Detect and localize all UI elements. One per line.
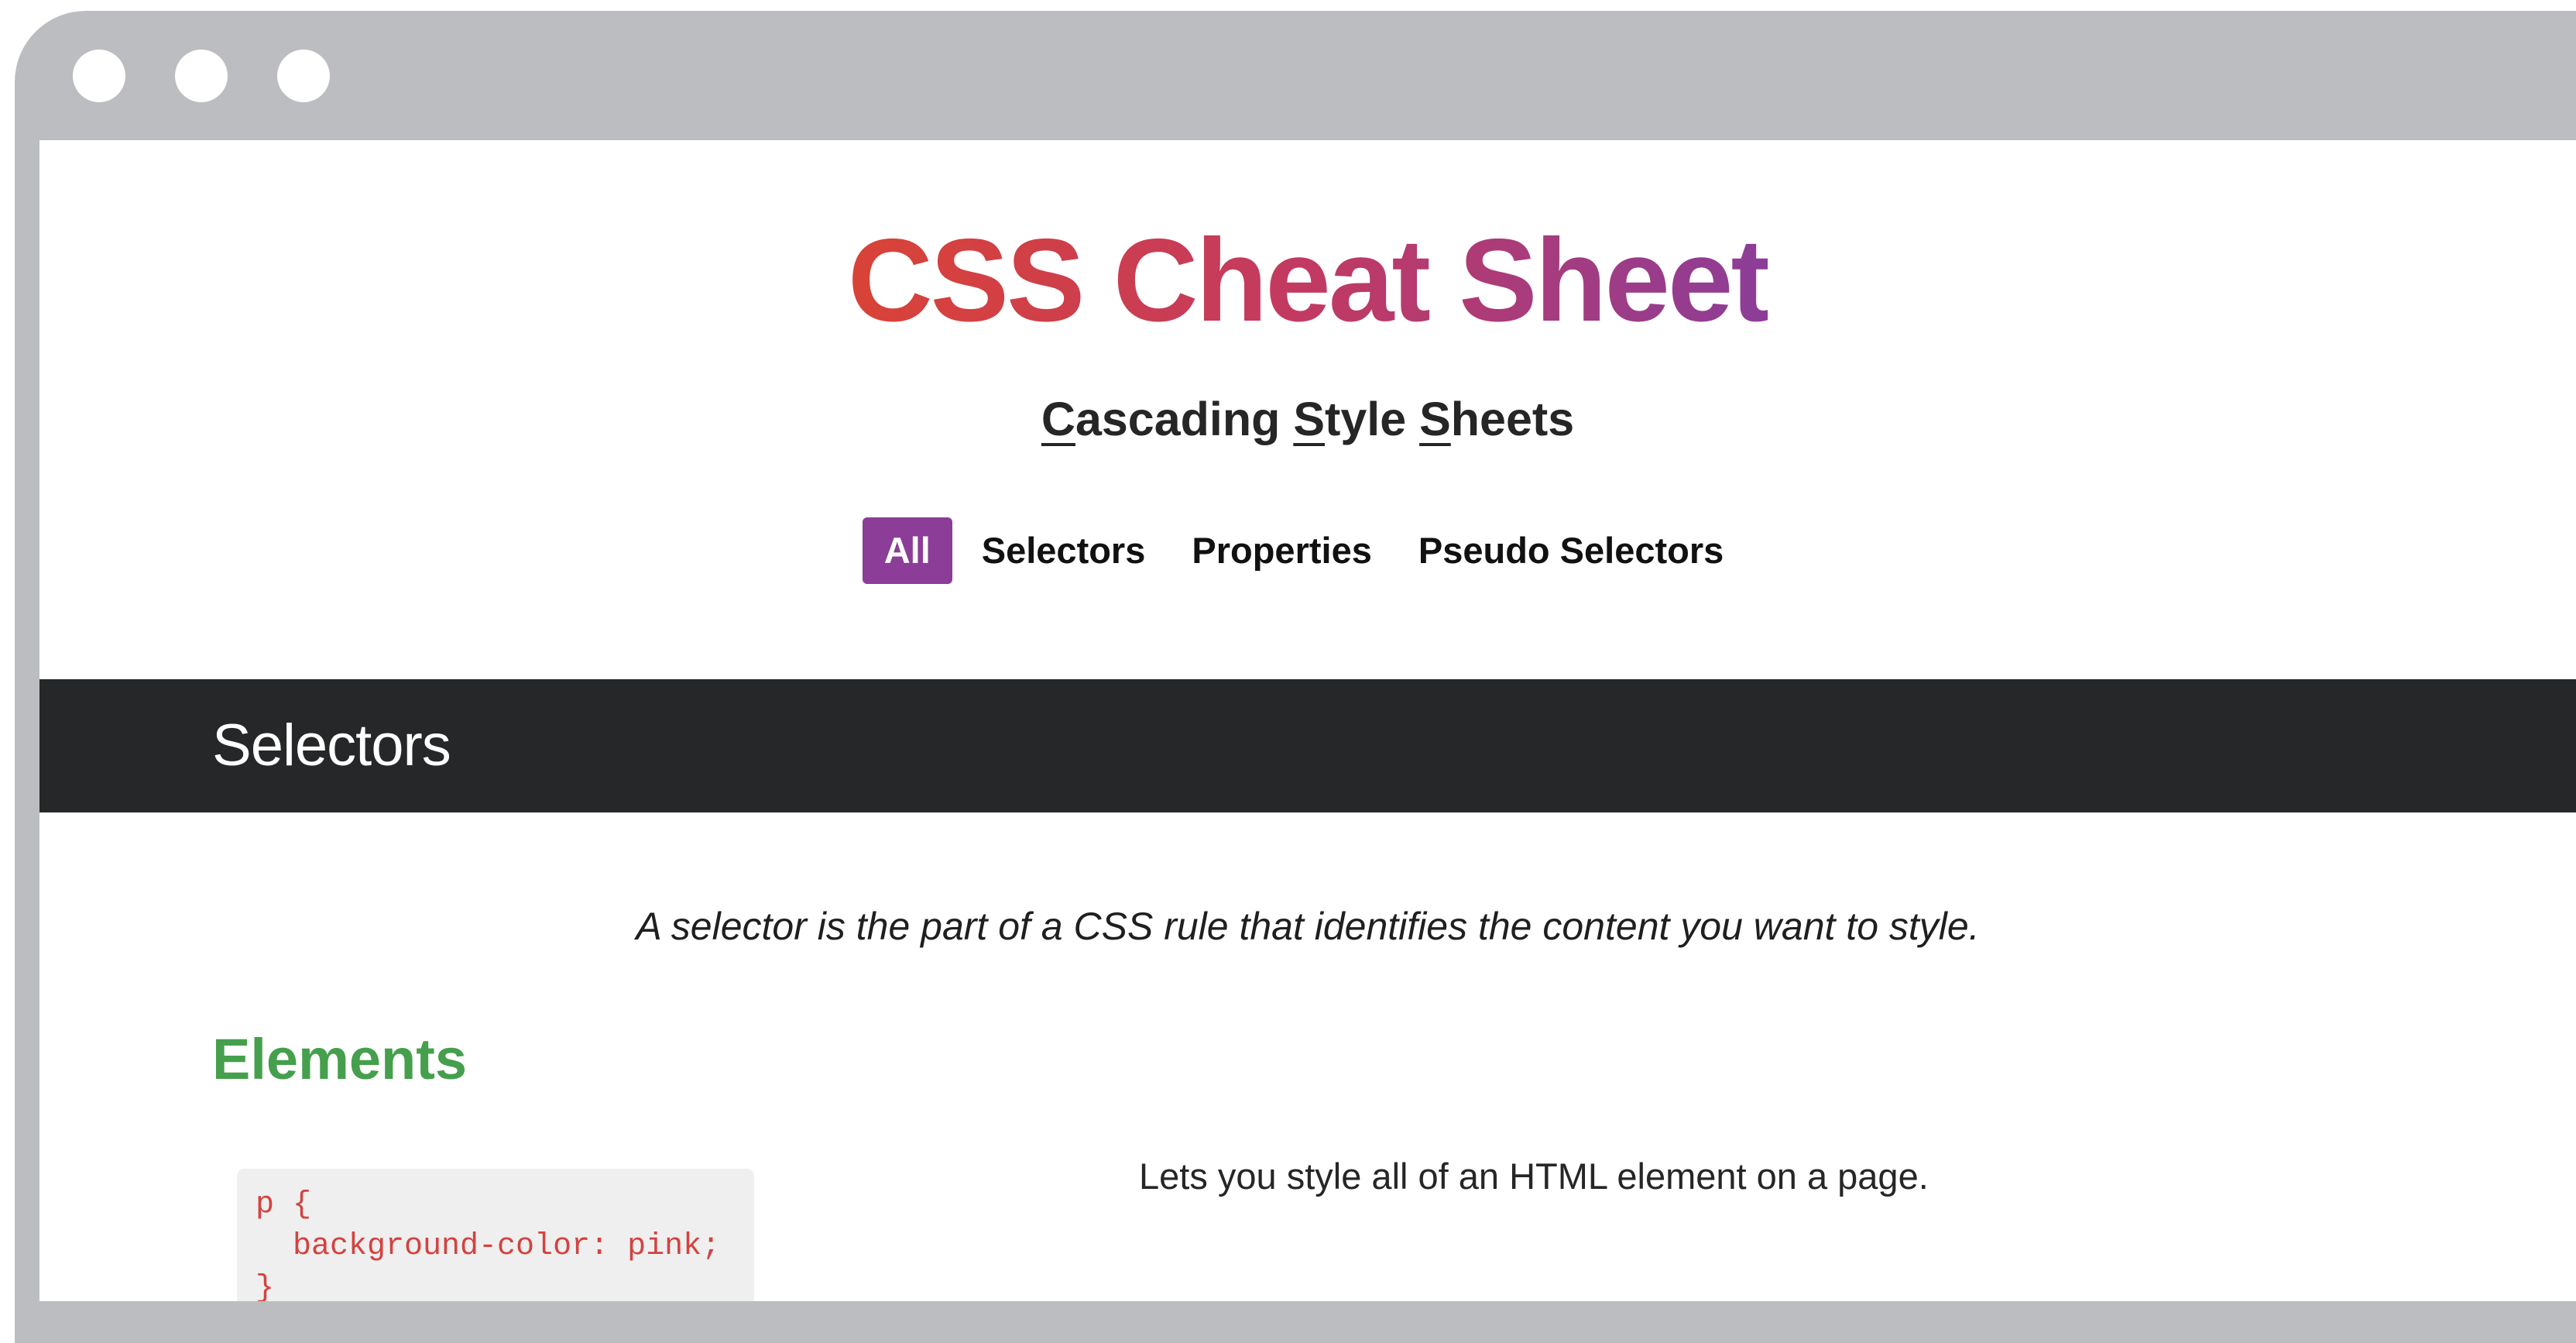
section-description: A selector is the part of a CSS rule tha…	[636, 905, 1980, 948]
filter-tab-properties[interactable]: Properties	[1175, 517, 1388, 584]
subtitle-initial-c: C	[1041, 393, 1075, 445]
page-viewport: CSS Cheat Sheet Cascading Style Sheets A…	[39, 140, 2576, 1301]
section-header-bar: Selectors	[39, 679, 2576, 812]
site-title-text: CSS Cheat Sheet	[847, 215, 1770, 346]
subtitle-initial-s1: S	[1293, 393, 1326, 445]
elements-heading: Elements	[212, 1027, 468, 1091]
close-dot[interactable]	[73, 50, 125, 102]
window-controls	[73, 50, 330, 102]
section-title: Selectors	[212, 713, 451, 778]
site-title: CSS Cheat Sheet	[39, 222, 2576, 339]
filter-tab-all[interactable]: All	[862, 517, 952, 584]
example-description: Lets you style all of an HTML element on…	[1139, 1156, 1929, 1197]
subtitle-word-tyle: tyle	[1325, 393, 1420, 445]
filter-nav: All Selectors Properties Pseudo Selector…	[39, 517, 2576, 584]
minimize-dot[interactable]	[175, 50, 228, 102]
maximize-dot[interactable]	[277, 50, 330, 102]
subtitle-word-ascading: ascading	[1075, 393, 1294, 445]
filter-tab-pseudo-selectors[interactable]: Pseudo Selectors	[1401, 517, 1741, 584]
subtitle-initial-s2: S	[1419, 393, 1451, 445]
subtitle-word-heets: heets	[1450, 393, 1575, 445]
filter-tab-selectors[interactable]: Selectors	[965, 517, 1163, 584]
code-example: p { background-color: pink; }	[237, 1169, 754, 1301]
site-subtitle: Cascading Style Sheets	[39, 396, 2576, 443]
